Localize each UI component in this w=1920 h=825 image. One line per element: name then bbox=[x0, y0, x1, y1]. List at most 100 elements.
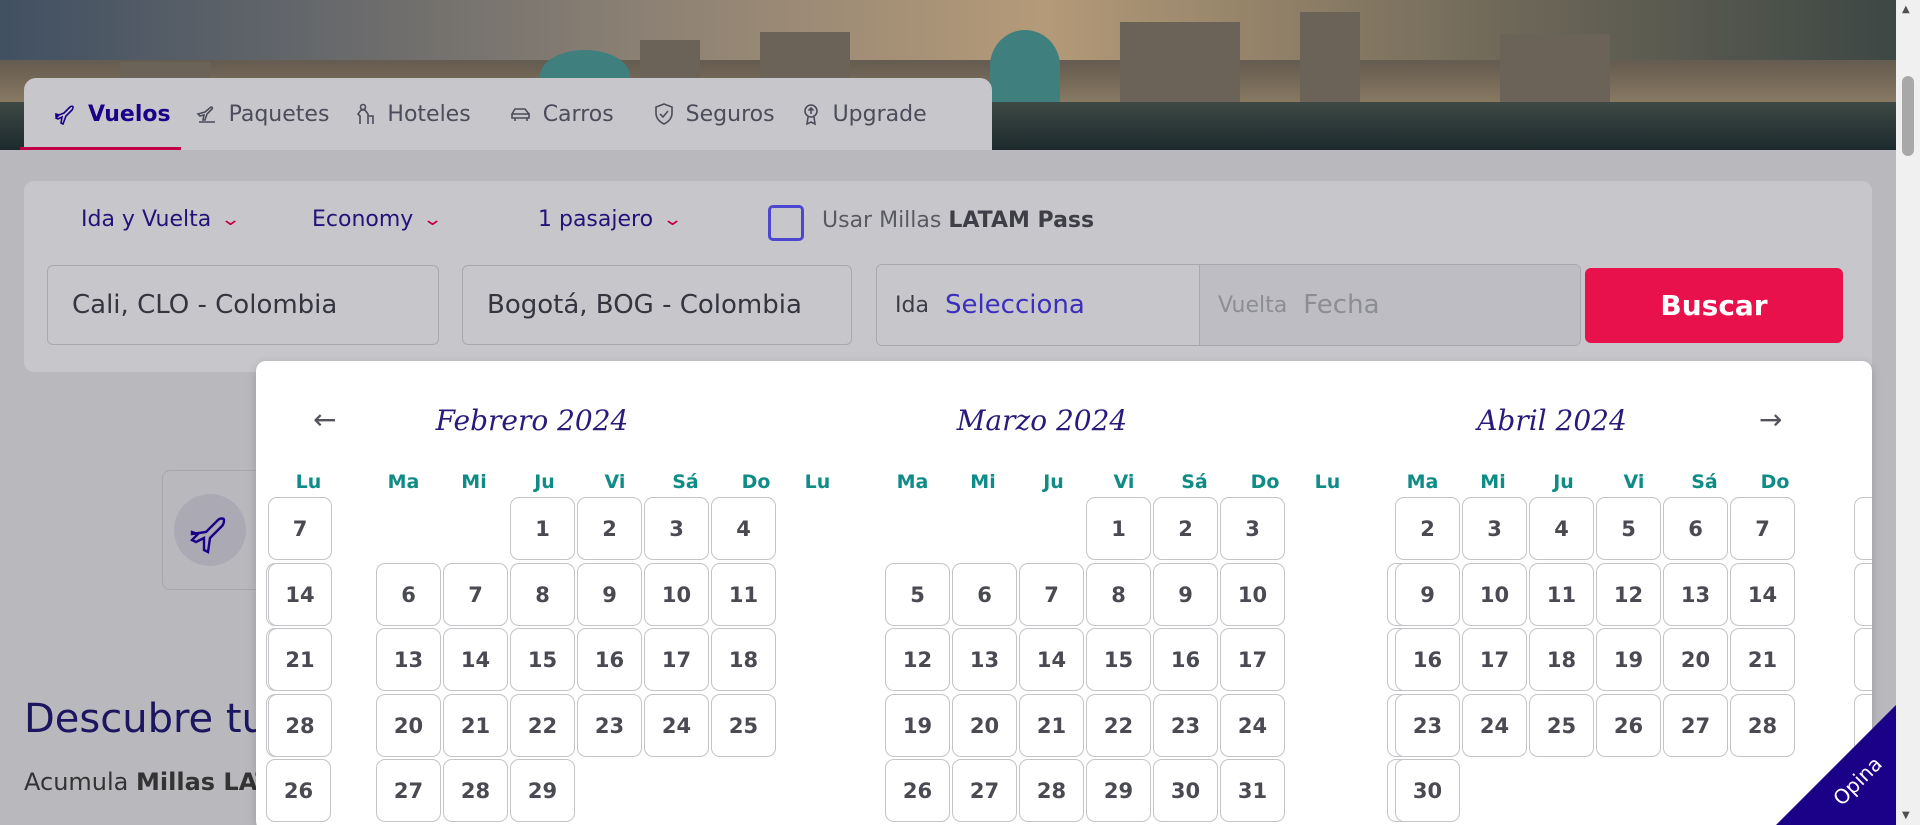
calendar-day[interactable]: 25 bbox=[711, 694, 776, 757]
calendar-day[interactable]: 18 bbox=[711, 628, 776, 691]
calendar-day[interactable]: 21 bbox=[443, 694, 508, 757]
calendar-day[interactable]: 23 bbox=[1153, 694, 1218, 757]
calendar-day[interactable]: 17 bbox=[1220, 628, 1285, 691]
calendar-day[interactable]: 16 bbox=[1153, 628, 1218, 691]
calendar-day[interactable]: 6 bbox=[376, 563, 441, 626]
previous-month-arrow-icon[interactable]: ← bbox=[313, 403, 336, 436]
calendar-day[interactable]: 31 bbox=[1220, 759, 1285, 822]
calendar-day[interactable]: 16 bbox=[577, 628, 642, 691]
tab-upgrade[interactable]: Upgrade bbox=[789, 78, 937, 150]
calendar-day[interactable]: 9 bbox=[1395, 563, 1460, 626]
calendar-day[interactable]: 26 bbox=[1596, 694, 1661, 757]
calendar-day[interactable]: 5 bbox=[1596, 497, 1661, 560]
calendar-day[interactable]: 4 bbox=[711, 497, 776, 560]
calendar-day[interactable]: 15 bbox=[1854, 628, 1872, 691]
calendar-day[interactable]: 3 bbox=[644, 497, 709, 560]
feedback-tab[interactable]: Opina bbox=[1774, 705, 1896, 825]
search-button[interactable]: Buscar bbox=[1585, 268, 1843, 343]
calendar-day[interactable]: 20 bbox=[1663, 628, 1728, 691]
cabin-dropdown[interactable]: Economy ⌄ bbox=[312, 207, 443, 232]
calendar-day[interactable]: 29 bbox=[510, 759, 575, 822]
calendar-day[interactable]: 5 bbox=[885, 563, 950, 626]
calendar-day[interactable]: 6 bbox=[952, 563, 1017, 626]
use-miles-checkbox[interactable] bbox=[768, 205, 804, 241]
calendar-day[interactable]: 12 bbox=[885, 628, 950, 691]
calendar-day[interactable]: 26 bbox=[885, 759, 950, 822]
scrollbar-thumb[interactable] bbox=[1902, 76, 1914, 156]
calendar-day[interactable]: 19 bbox=[885, 694, 950, 757]
calendar-day[interactable]: 19 bbox=[1596, 628, 1661, 691]
calendar-day[interactable]: 7 bbox=[1730, 497, 1795, 560]
calendar-day[interactable]: 20 bbox=[952, 694, 1017, 757]
calendar-day[interactable]: 29 bbox=[1086, 759, 1151, 822]
tab-seguros[interactable]: Seguros bbox=[642, 78, 785, 150]
return-date-field[interactable]: Vuelta Fecha bbox=[1199, 265, 1580, 345]
calendar-day[interactable]: 12 bbox=[1596, 563, 1661, 626]
scroll-down-icon[interactable]: ▼ bbox=[1902, 810, 1910, 821]
tab-vuelos[interactable]: Vuelos bbox=[20, 78, 181, 150]
calendar-day[interactable]: 15 bbox=[1086, 628, 1151, 691]
calendar-day[interactable]: 14 bbox=[1730, 563, 1795, 626]
calendar-day[interactable]: 23 bbox=[577, 694, 642, 757]
calendar-day[interactable]: 24 bbox=[1220, 694, 1285, 757]
calendar-day[interactable]: 25 bbox=[1529, 694, 1594, 757]
calendar-day[interactable]: 14 bbox=[1019, 628, 1084, 691]
calendar-day[interactable]: 15 bbox=[510, 628, 575, 691]
calendar-day[interactable]: 7 bbox=[1019, 563, 1084, 626]
calendar-day[interactable]: 10 bbox=[1462, 563, 1527, 626]
calendar-day[interactable]: 18 bbox=[1529, 628, 1594, 691]
calendar-day[interactable]: 28 bbox=[1019, 759, 1084, 822]
tab-paquetes[interactable]: Paquetes bbox=[185, 78, 340, 150]
calendar-day[interactable]: 27 bbox=[952, 759, 1017, 822]
calendar-day[interactable]: 2 bbox=[1153, 497, 1218, 560]
calendar-day[interactable]: 13 bbox=[1663, 563, 1728, 626]
calendar-day[interactable]: 4 bbox=[1529, 497, 1594, 560]
calendar-day[interactable]: 7 bbox=[268, 497, 332, 560]
tab-hoteles[interactable]: Hoteles bbox=[343, 78, 480, 150]
calendar-day[interactable]: 24 bbox=[1462, 694, 1527, 757]
scroll-up-icon[interactable]: ▲ bbox=[1902, 4, 1910, 15]
calendar-day[interactable]: 9 bbox=[1153, 563, 1218, 626]
calendar-day[interactable]: 13 bbox=[376, 628, 441, 691]
calendar-day[interactable]: 8 bbox=[510, 563, 575, 626]
trip-type-dropdown[interactable]: Ida y Vuelta ⌄ bbox=[81, 207, 241, 232]
calendar-day[interactable]: 21 bbox=[268, 628, 332, 691]
next-month-arrow-icon[interactable]: → bbox=[1759, 403, 1782, 436]
calendar-day[interactable]: 7 bbox=[443, 563, 508, 626]
calendar-day[interactable]: 20 bbox=[376, 694, 441, 757]
calendar-day[interactable]: 16 bbox=[1395, 628, 1460, 691]
calendar-day[interactable]: 10 bbox=[1220, 563, 1285, 626]
calendar-day[interactable]: 3 bbox=[1220, 497, 1285, 560]
calendar-day[interactable]: 14 bbox=[443, 628, 508, 691]
calendar-day[interactable]: 17 bbox=[1462, 628, 1527, 691]
calendar-day[interactable]: 3 bbox=[1462, 497, 1527, 560]
calendar-day[interactable]: 17 bbox=[644, 628, 709, 691]
calendar-day[interactable]: 13 bbox=[952, 628, 1017, 691]
calendar-day[interactable]: 27 bbox=[1663, 694, 1728, 757]
calendar-day[interactable]: 14 bbox=[268, 563, 332, 626]
calendar-day[interactable]: 22 bbox=[1086, 694, 1151, 757]
calendar-day[interactable]: 1 bbox=[1854, 497, 1872, 560]
calendar-day[interactable]: 2 bbox=[577, 497, 642, 560]
calendar-day[interactable]: 30 bbox=[1395, 759, 1460, 822]
destination-field[interactable]: Bogotá, BOG - Colombia bbox=[462, 265, 852, 345]
calendar-day[interactable]: 11 bbox=[1529, 563, 1594, 626]
calendar-day[interactable]: 26 bbox=[266, 759, 331, 822]
calendar-day[interactable]: 24 bbox=[644, 694, 709, 757]
calendar-day[interactable]: 2 bbox=[1395, 497, 1460, 560]
calendar-day[interactable]: 1 bbox=[510, 497, 575, 560]
page-scrollbar[interactable]: ▲ ▼ bbox=[1896, 0, 1920, 825]
calendar-day[interactable]: 21 bbox=[1730, 628, 1795, 691]
calendar-day[interactable]: 21 bbox=[1019, 694, 1084, 757]
calendar-day[interactable]: 6 bbox=[1663, 497, 1728, 560]
calendar-day[interactable]: 22 bbox=[510, 694, 575, 757]
calendar-day[interactable]: 23 bbox=[1395, 694, 1460, 757]
calendar-day[interactable]: 27 bbox=[376, 759, 441, 822]
calendar-day[interactable]: 9 bbox=[577, 563, 642, 626]
origin-field[interactable]: Cali, CLO - Colombia bbox=[47, 265, 439, 345]
calendar-day[interactable]: 10 bbox=[644, 563, 709, 626]
departure-date-field[interactable]: Ida Selecciona bbox=[877, 265, 1199, 345]
calendar-day[interactable]: 11 bbox=[711, 563, 776, 626]
passengers-dropdown[interactable]: 1 pasajero ⌄ bbox=[538, 207, 683, 232]
calendar-day[interactable]: 1 bbox=[1086, 497, 1151, 560]
